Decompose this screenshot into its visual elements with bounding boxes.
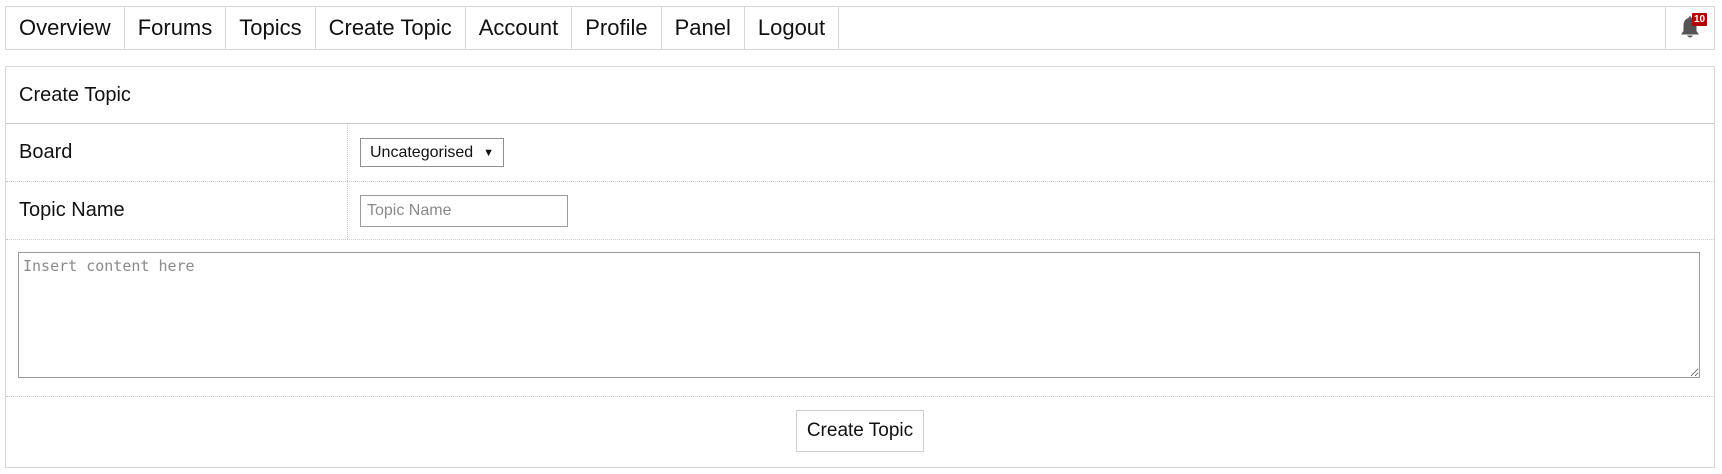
nav-item-logout[interactable]: Logout bbox=[745, 7, 840, 49]
topic-name-input[interactable] bbox=[360, 194, 568, 227]
topic-name-label: Topic Name bbox=[6, 182, 348, 239]
main-nav: Overview Forums Topics Create Topic Acco… bbox=[5, 6, 1715, 50]
board-select-value: Uncategorised bbox=[370, 143, 474, 161]
board-select[interactable]: Uncategorised ▼ bbox=[360, 138, 505, 167]
content-row bbox=[6, 240, 1714, 397]
content-textarea[interactable] bbox=[18, 252, 1700, 378]
topic-name-field bbox=[348, 182, 1714, 239]
nav-item-forums[interactable]: Forums bbox=[125, 7, 227, 49]
nav-item-account[interactable]: Account bbox=[466, 7, 573, 49]
board-label: Board bbox=[6, 124, 348, 181]
board-field: Uncategorised ▼ bbox=[348, 124, 1714, 181]
nav-item-panel[interactable]: Panel bbox=[662, 7, 745, 49]
create-topic-button[interactable]: Create Topic bbox=[795, 410, 925, 452]
panel-title: Create Topic bbox=[6, 67, 1714, 124]
alerts-button[interactable]: 10 bbox=[1665, 7, 1714, 49]
board-row: Board Uncategorised ▼ bbox=[6, 124, 1714, 182]
nav-item-overview[interactable]: Overview bbox=[6, 7, 125, 49]
create-topic-panel: Create Topic Board Uncategorised ▼ Topic… bbox=[5, 66, 1715, 468]
nav-item-profile[interactable]: Profile bbox=[572, 7, 662, 49]
submit-row: Create Topic bbox=[6, 397, 1714, 465]
nav-item-topics[interactable]: Topics bbox=[226, 7, 316, 49]
nav-item-create-topic[interactable]: Create Topic bbox=[316, 7, 466, 49]
topic-name-row: Topic Name bbox=[6, 182, 1714, 240]
chevron-down-icon: ▼ bbox=[483, 146, 495, 159]
alert-count-badge: 10 bbox=[1692, 13, 1708, 26]
